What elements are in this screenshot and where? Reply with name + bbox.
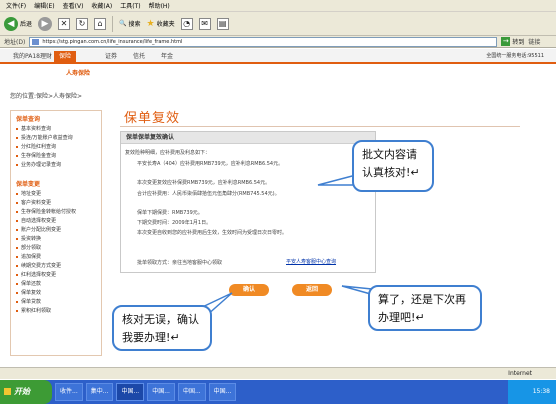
page-icon: [32, 38, 40, 45]
search-button[interactable]: 🔍 搜索: [119, 19, 141, 28]
detail-line: 合计应补费用：人民币柒佰肆拾伍元伍角肆分(RMB745.54元)。: [137, 191, 280, 197]
search-icon: 🔍: [119, 20, 127, 27]
detail-line: 复效险种明细，应补费用及利息如下：: [125, 150, 211, 156]
callout-cancel-hint: 算了，还是下次再办理吧!↵: [368, 285, 482, 331]
menu-edit[interactable]: 编辑(E): [34, 1, 54, 10]
service-center-link[interactable]: 平安人寿客服中心查询: [286, 258, 336, 265]
toolbar-separator: [112, 15, 114, 32]
refresh-icon[interactable]: ↻: [76, 17, 89, 30]
sidebar-item[interactable]: 部分领取: [11, 244, 101, 253]
go-button[interactable]: → 转到: [501, 37, 524, 46]
sub-nav-life-insurance[interactable]: 人寿保险: [66, 68, 90, 77]
detail-line: 下期交费时间：2009年1月1日。: [137, 220, 212, 226]
sidebar-item[interactable]: 保单贷款: [11, 298, 101, 307]
menu-file[interactable]: 文件(F): [6, 1, 26, 10]
browser-toolbar: ◀ 后退 ▶ ✕ ↻ ⌂ 🔍 搜索 ★ 收藏夹 ◔ ✉ ▤: [0, 12, 556, 36]
back-label: 后退: [20, 21, 33, 28]
sidebar-item[interactable]: 生存保险金查询: [11, 152, 101, 161]
pickup-method: 批单领取方式：亲往当地客服中心领取: [137, 260, 223, 266]
taskbar-item[interactable]: 中国...: [177, 383, 206, 401]
title-divider: [120, 126, 520, 127]
taskbar-item[interactable]: 集中...: [85, 383, 114, 401]
status-bar: Internet: [0, 367, 556, 379]
menu-view[interactable]: 查看(V): [63, 1, 84, 10]
callout-confirm-hint: 核对无误，确认我要办理!↵: [112, 305, 212, 351]
back-return-button[interactable]: 返回: [292, 284, 332, 296]
start-button[interactable]: 开始: [0, 380, 52, 404]
sidebar-item[interactable]: 分红险红利查询: [11, 143, 101, 152]
back-button[interactable]: ◀ 后退: [4, 16, 33, 31]
security-zone: Internet: [508, 370, 532, 377]
sidebar-item[interactable]: 地址变更: [11, 190, 101, 199]
page-title: 保单复效: [124, 111, 181, 126]
taskbar: 开始 收件... 集中... 中国... 中国... 中国... 中国... 1…: [0, 380, 556, 404]
favorites-button[interactable]: ★ 收藏夹: [147, 19, 175, 29]
history-icon[interactable]: ◔: [180, 17, 193, 30]
taskbar-item[interactable]: 收件...: [55, 383, 83, 401]
sidebar-item[interactable]: 累积红利领取: [11, 307, 101, 316]
sidebar-item[interactable]: 续期交费方式变更: [11, 262, 101, 271]
sidebar-item[interactable]: 自动选择权变更: [11, 217, 101, 226]
mail-icon[interactable]: ✉: [198, 17, 211, 30]
address-url: https://stg.pingan.com.cn/life_insurance…: [42, 38, 183, 45]
go-label: 转到: [512, 39, 525, 46]
go-arrow-icon: →: [501, 37, 511, 46]
breadcrumb: 您的位置:保险>人寿保险>: [10, 93, 83, 100]
detail-line: 保单下期保费：RMB739元。: [137, 210, 203, 216]
system-clock: 15:38: [508, 380, 556, 404]
address-label: 地址(D): [4, 39, 26, 46]
sidebar-item[interactable]: 生存保险金转帐给付授权: [11, 208, 101, 217]
sidebar-item[interactable]: 追加保费: [11, 253, 101, 262]
back-arrow-icon: ◀: [4, 16, 18, 31]
sidebar-item[interactable]: 客户资料变更: [11, 199, 101, 208]
nav-home[interactable]: 我的PA18理财: [8, 51, 57, 62]
sidebar-item[interactable]: 投连/万能账户收益查询: [11, 134, 101, 143]
panel-title: 保单保单复效确认: [121, 132, 375, 144]
forward-arrow-icon: ▶: [38, 16, 53, 31]
sidebar-section-policy-change: 保单变更: [16, 181, 41, 188]
nav-tab-trust[interactable]: 信托: [128, 51, 150, 62]
sidebar: 保单查询 基本资料查询 投连/万能账户收益查询 分红险红利查询 生存保险金查询 …: [10, 110, 102, 356]
links-label[interactable]: 链接: [528, 37, 540, 46]
menu-tools[interactable]: 工具(T): [120, 1, 140, 10]
menu-bar: 文件(F) 编辑(E) 查看(V) 收藏(A) 工具(T) 帮助(H): [0, 0, 556, 12]
callout-verify-content: 批文内容请认真核对!↵: [352, 140, 434, 192]
print-icon[interactable]: ▤: [216, 17, 229, 30]
search-label: 搜索: [128, 21, 141, 28]
home-icon[interactable]: ⌂: [94, 17, 107, 30]
sidebar-item[interactable]: 保单复效: [11, 289, 101, 298]
detail-line: 本次变更自收到您的应补费用后生效，生效时间为受理日次日零时。: [137, 230, 288, 236]
nav-tab-annuity[interactable]: 年金: [156, 51, 178, 62]
sidebar-item[interactable]: 账户分配比例变更: [11, 226, 101, 235]
taskbar-item[interactable]: 中国...: [208, 383, 237, 401]
hotline-text: 全国统一服务电话:95511: [486, 53, 544, 59]
taskbar-item[interactable]: 中国...: [147, 383, 175, 401]
forward-button[interactable]: ▶: [38, 16, 53, 31]
address-bar: 地址(D) https://stg.pingan.com.cn/life_ins…: [0, 36, 556, 48]
sidebar-item[interactable]: 红利选择权变更: [11, 271, 101, 280]
menu-favorites[interactable]: 收藏(A): [91, 1, 112, 10]
address-input[interactable]: https://stg.pingan.com.cn/life_insurance…: [29, 36, 498, 47]
detail-line: 平安长寿A（404）应补费用RMB739元，应补利息RMB6.54元。: [137, 161, 284, 167]
sidebar-section-policy-query: 保单查询: [16, 116, 41, 123]
sidebar-item[interactable]: 投资转换: [11, 235, 101, 244]
confirmation-panel: 保单保单复效确认 复效险种明细，应补费用及利息如下： 平安长寿A（404）应补费…: [120, 131, 376, 273]
sidebar-item[interactable]: 业务办理记录查询: [11, 161, 101, 170]
nav-tab-insurance[interactable]: 保险: [54, 51, 77, 62]
panel-body: 复效险种明细，应补费用及利息如下： 平安长寿A（404）应补费用RMB739元，…: [121, 144, 375, 272]
nav-tab-securities[interactable]: 证券: [100, 51, 122, 62]
site-nav: 我的PA18理财 保险 证券 信托 年金 全国统一服务电话:95511: [0, 49, 556, 64]
favorites-label: 收藏夹: [156, 21, 175, 28]
star-icon: ★: [146, 18, 155, 29]
detail-line: 本次变更复效应补保费RMB739元，应补利息RMB6.54元。: [137, 180, 271, 186]
sub-nav: 人寿保险: [0, 66, 556, 78]
sidebar-item[interactable]: 基本资料查询: [11, 125, 101, 134]
confirm-button[interactable]: 确认: [229, 284, 269, 296]
stop-icon[interactable]: ✕: [58, 17, 71, 30]
taskbar-item[interactable]: 中国...: [116, 383, 145, 401]
sidebar-item[interactable]: 保单还款: [11, 280, 101, 289]
menu-help[interactable]: 帮助(H): [149, 1, 170, 10]
